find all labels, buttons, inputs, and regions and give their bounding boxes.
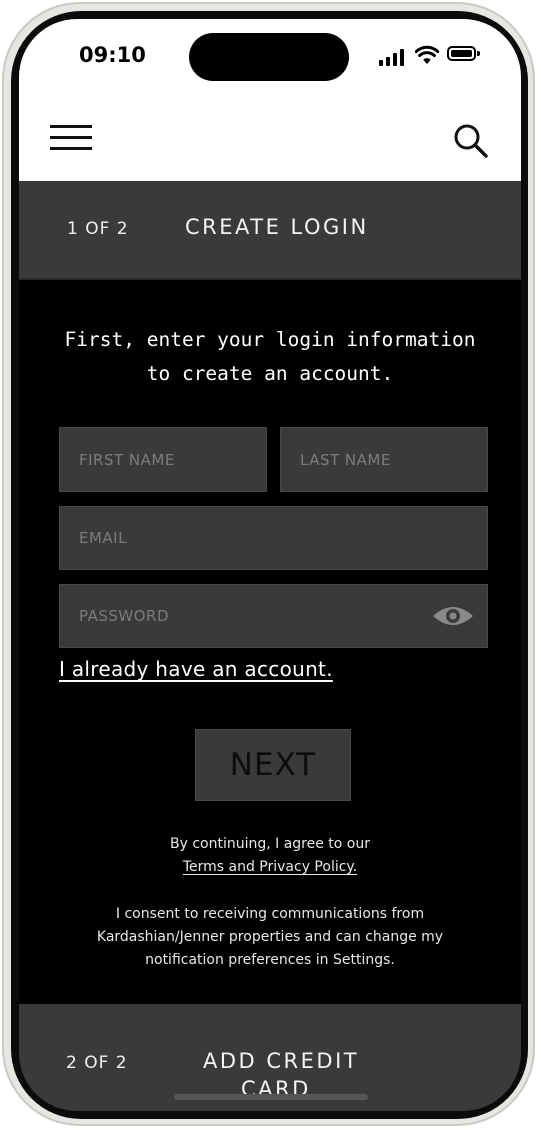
status-time: 09:10: [79, 43, 146, 67]
step-title: CREATE LOGIN: [185, 215, 369, 239]
search-icon[interactable]: [451, 121, 491, 161]
next-button[interactable]: NEXT: [195, 729, 351, 801]
first-name-input[interactable]: [60, 428, 266, 491]
hamburger-menu-icon[interactable]: [50, 125, 92, 151]
consent-text: I consent to receiving communications fr…: [96, 906, 444, 968]
dynamic-island: [189, 33, 349, 81]
intro-text: First, enter your login information to c…: [64, 328, 476, 385]
first-name-field[interactable]: [59, 427, 267, 492]
home-indicator[interactable]: [174, 1094, 368, 1100]
password-input[interactable]: [60, 585, 487, 647]
last-name-input[interactable]: [281, 428, 487, 491]
eye-icon[interactable]: [432, 600, 474, 632]
status-bar: 09:10: [19, 19, 521, 99]
continuing-text: By continuing, I agree to our: [169, 836, 371, 852]
email-input[interactable]: [60, 507, 487, 569]
email-field[interactable]: [59, 506, 488, 570]
existing-account-link[interactable]: I already have an account.: [59, 657, 333, 681]
step-counter: 1 OF 2: [67, 219, 129, 239]
battery-icon: [447, 46, 480, 61]
terms-privacy-link[interactable]: Terms and Privacy Policy.: [183, 859, 357, 875]
phone-screen: 09:10 1 OF 2 CREATE LOGIN First, enter y…: [19, 19, 521, 1111]
password-field[interactable]: [59, 584, 488, 648]
step-header-create-login: 1 OF 2 CREATE LOGIN: [19, 181, 521, 280]
cellular-signal-icon: [379, 49, 405, 66]
wifi-icon: [415, 45, 439, 64]
last-name-field[interactable]: [280, 427, 488, 492]
step-title-next-line1: ADD CREDIT: [203, 1049, 360, 1073]
legal-text: By continuing, I agree to our Terms and …: [59, 833, 481, 879]
top-nav: [19, 99, 521, 181]
step-counter-next: 2 OF 2: [66, 1053, 128, 1073]
